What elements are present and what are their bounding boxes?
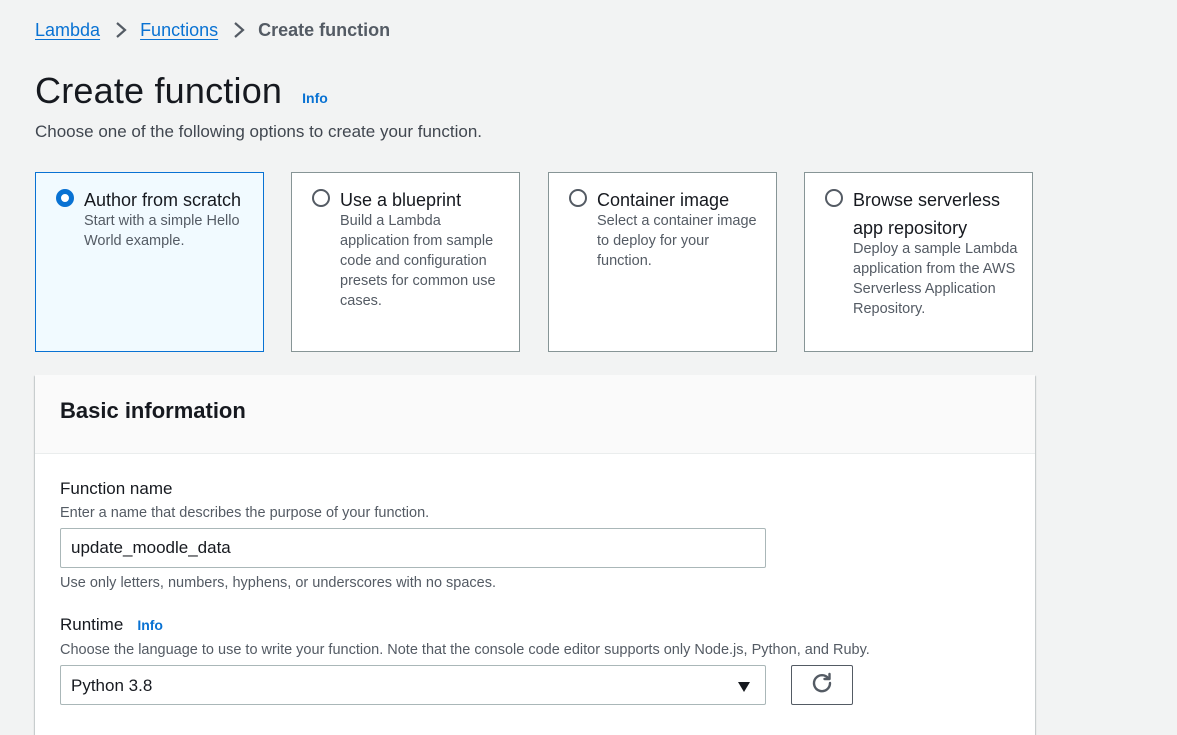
refresh-icon [811,672,833,699]
runtime-select[interactable]: Python 3.8 [60,665,766,705]
chevron-right-icon [226,18,252,42]
option-label: Use a blueprint [340,190,462,210]
option-description: Start with a simple Hello World example. [84,213,240,249]
runtime-label: Runtime [60,615,124,634]
function-name-hint: Use only letters, numbers, hyphens, or u… [60,575,497,591]
radio-button-selected[interactable] [56,189,74,207]
option-description: Select a container image to deploy for y… [597,213,757,269]
option-container-image[interactable]: Container image Select a container image… [548,172,777,352]
radio-button[interactable] [569,189,587,207]
radio-button[interactable] [312,189,330,207]
panel-header: Basic information [35,375,1035,454]
option-browse-serverless-app-repository[interactable]: Browse serverless app repository Deploy … [804,172,1033,352]
page-header: Create function Info [35,70,328,112]
option-description: Deploy a sample Lambda application from … [853,241,1018,317]
option-use-a-blueprint[interactable]: Use a blueprint Build a Lambda applicati… [291,172,520,352]
function-name-description: Enter a name that describes the purpose … [60,505,430,521]
breadcrumb-lambda-link[interactable]: Lambda [35,20,100,41]
option-label: Container image [597,190,730,210]
option-label: Author from scratch [84,190,242,210]
breadcrumb-current: Create function [258,19,391,40]
function-name-input[interactable] [60,528,766,568]
page-info-link[interactable]: Info [302,90,328,106]
runtime-select-value: Python 3.8 [71,676,153,695]
option-author-from-scratch[interactable]: Author from scratch Start with a simple … [35,172,264,352]
breadcrumb: Lambda Functions Create function [35,18,390,42]
runtime-label-row: Runtime Info [60,615,163,635]
function-name-label: Function name [60,479,173,498]
chevron-right-icon [108,18,134,42]
refresh-runtime-button[interactable] [791,665,853,705]
runtime-info-link[interactable]: Info [137,617,163,633]
radio-button[interactable] [825,189,843,207]
option-label: Browse serverless app repository [853,190,1001,238]
option-description: Build a Lambda application from sample c… [340,213,496,309]
caret-down-icon [737,680,751,692]
runtime-description: Choose the language to use to write your… [60,642,870,658]
breadcrumb-functions-link[interactable]: Functions [140,20,218,41]
page-title: Create function [35,70,283,111]
basic-information-panel: Basic information Function name Enter a … [35,375,1035,735]
panel-title: Basic information [60,398,246,423]
page-description: Choose one of the following options to c… [35,122,483,141]
